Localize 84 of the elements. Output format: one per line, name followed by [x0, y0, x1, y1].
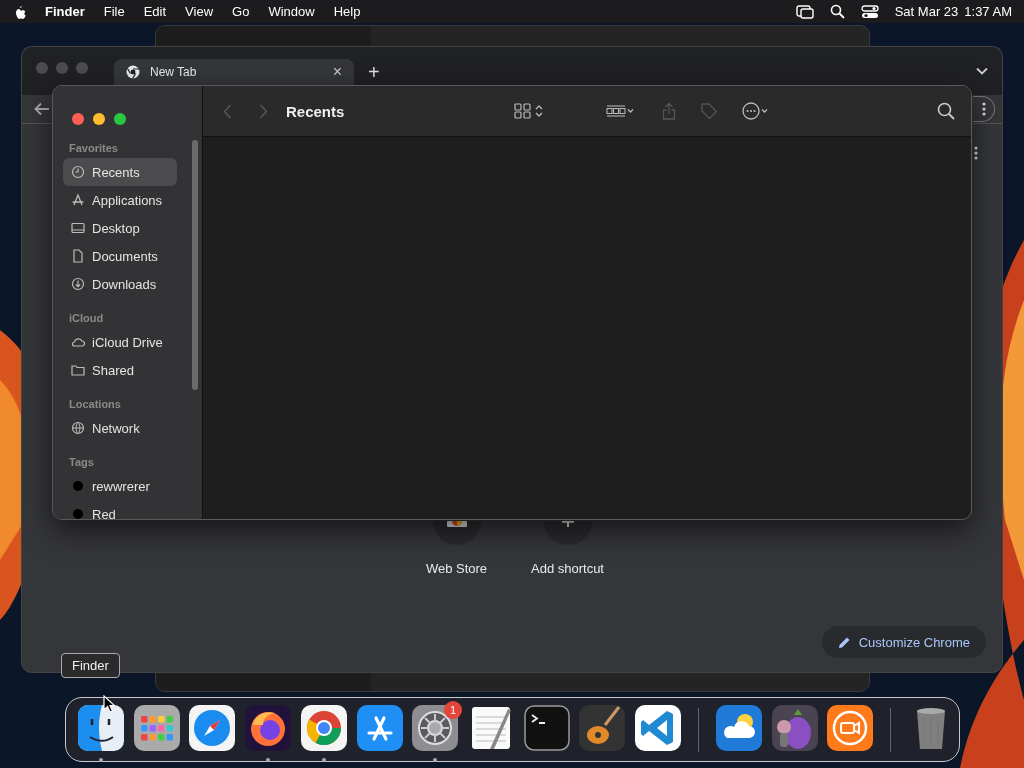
character-icon[interactable]	[771, 705, 818, 751]
menu-bar-time[interactable]: 1:37 AM	[964, 4, 1012, 19]
more-icon[interactable]	[741, 102, 768, 120]
close-tab-button[interactable]: ×	[332, 63, 342, 81]
sidebar-item[interactable]: Downloads	[63, 270, 177, 298]
back-arrow-icon[interactable]	[34, 102, 50, 116]
menu-item[interactable]: Finder	[45, 4, 85, 19]
sidebar-item[interactable]: Desktop	[63, 214, 177, 242]
more-icon	[981, 102, 986, 116]
customize-button[interactable]: Customize Chrome	[821, 626, 986, 658]
sidebar-label: Desktop	[92, 220, 140, 236]
clock-icon	[71, 165, 85, 179]
sidebar-item[interactable]: Red	[63, 500, 177, 519]
monitor-icon	[71, 221, 85, 235]
grid-view-icon[interactable]	[513, 103, 544, 119]
menu-item[interactable]: Window	[268, 4, 315, 19]
notification-badge: 1	[444, 701, 463, 719]
browser-tab[interactable]: New Tab ×	[114, 59, 354, 85]
screen-mirroring-icon[interactable]	[795, 4, 814, 19]
guitar-icon[interactable]	[579, 705, 626, 751]
sidebar-label: Recents	[92, 164, 140, 180]
new-tab-button[interactable]: +	[368, 60, 380, 84]
pointer-cursor-icon	[103, 695, 115, 713]
pencil-icon	[837, 635, 851, 649]
control-center-icon[interactable]	[860, 4, 879, 19]
document-icon	[71, 249, 85, 263]
sidebar-item[interactable]: Network	[63, 414, 177, 442]
terminal-icon[interactable]	[523, 705, 570, 751]
code-editor-icon[interactable]	[635, 705, 682, 751]
sidebar-item[interactable]: Applications	[63, 186, 177, 214]
globe-icon	[126, 65, 140, 79]
sidebar-label: Shared	[92, 362, 134, 378]
sidebar-item[interactable]: Recents	[63, 158, 177, 186]
sidebar-item[interactable]: Shared	[63, 356, 177, 384]
menu-item[interactable]: Help	[333, 4, 361, 19]
download-icon	[71, 277, 85, 291]
folder-icon	[71, 363, 85, 377]
compass-icon[interactable]	[189, 705, 236, 751]
search-icon[interactable]	[829, 4, 845, 19]
sidebar-heading: iCloud	[68, 311, 105, 326]
menu-item[interactable]: Go	[232, 4, 250, 19]
app-store-icon[interactable]	[356, 705, 403, 751]
shortcut-label: Add shortcut	[531, 561, 604, 576]
app-grid-icon[interactable]	[133, 705, 180, 751]
sidebar-label: rewwrerer	[92, 478, 150, 494]
gear-icon[interactable]	[412, 705, 459, 751]
tab-title: New Tab	[150, 65, 197, 79]
sidebar-item[interactable]: iCloud Drive	[63, 328, 177, 356]
weather-icon[interactable]	[715, 705, 762, 751]
sidebar-item[interactable]: Documents	[63, 242, 177, 270]
cloud-icon	[71, 335, 85, 349]
fox-globe-icon[interactable]	[245, 705, 292, 751]
chevron-down-icon[interactable]	[976, 67, 988, 75]
sidebar-heading: Locations	[68, 397, 122, 412]
video-camera-icon[interactable]	[827, 705, 874, 751]
menu-item[interactable]: Edit	[143, 4, 167, 19]
sidebar-label: Applications	[92, 192, 163, 208]
sidebar-heading: Tags	[68, 455, 95, 470]
tooltip: Finder	[61, 653, 120, 678]
globe-icon	[71, 421, 85, 435]
window-control-button[interactable]	[114, 113, 126, 125]
sidebar-label: Downloads	[92, 276, 157, 292]
store-icon	[444, 521, 469, 527]
menu-item[interactable]: File	[103, 4, 125, 19]
shortcut-tile[interactable]	[543, 521, 592, 545]
sidebar-label: Red	[92, 506, 116, 519]
sidebar-item[interactable]: rewwrerer	[63, 472, 177, 500]
more-icon[interactable]	[974, 146, 978, 160]
menu-item[interactable]: View	[185, 4, 214, 19]
window-control-button[interactable]	[72, 113, 84, 125]
search-icon[interactable]	[937, 102, 955, 120]
apps-icon	[71, 193, 85, 207]
window-control-button[interactable]	[93, 113, 105, 125]
shortcut-label: Web Store	[425, 561, 488, 576]
shortcut-tile[interactable]	[432, 521, 481, 545]
sidebar-label: Documents	[92, 248, 158, 264]
finder-face-icon[interactable]	[77, 705, 124, 751]
window-title: Recents	[286, 102, 345, 120]
scrollbar[interactable]	[192, 140, 198, 390]
sidebar-label: Network	[92, 420, 140, 436]
sidebar-label: iCloud Drive	[92, 334, 163, 350]
sidebar-heading: Favorites	[68, 141, 119, 156]
group-icon[interactable]	[605, 104, 634, 118]
menu-bar-date[interactable]: Sat Mar 23	[894, 4, 959, 19]
